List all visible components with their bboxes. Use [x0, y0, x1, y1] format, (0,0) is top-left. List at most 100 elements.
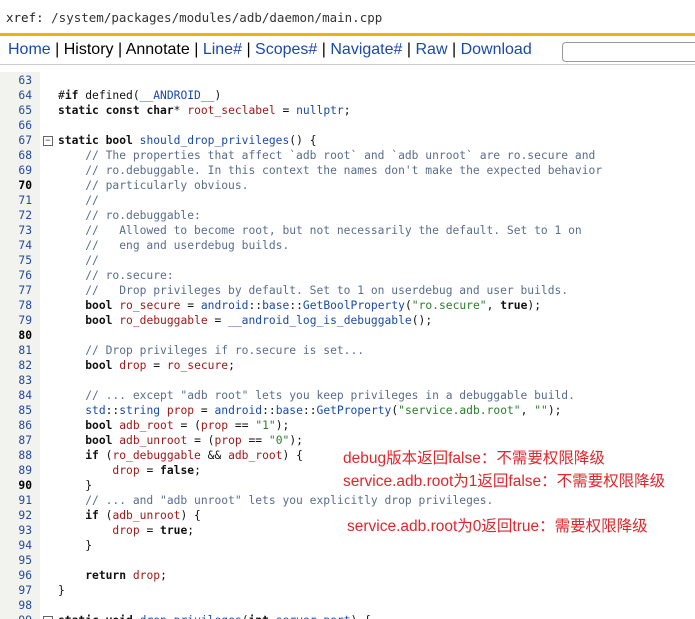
code-line: 81 // Drop privileges if ro.secure is se…: [0, 343, 695, 358]
nav-annotate[interactable]: Annotate: [126, 41, 190, 58]
annotation-root-0: service.adb.root为0返回true：需要权限降级: [347, 518, 648, 535]
line-number[interactable]: 86: [0, 418, 32, 433]
code-line: 75 //: [0, 253, 695, 268]
code-text: drop = false;: [112, 464, 201, 477]
code-line: 76 // ro.secure:: [0, 268, 695, 283]
line-number[interactable]: 91: [0, 493, 32, 508]
annotation-root-1: service.adb.root为1返回false：不需要权限降级: [343, 473, 666, 490]
code-text: // eng and userdebug builds.: [85, 239, 290, 252]
line-number[interactable]: 76: [0, 268, 32, 283]
line-number[interactable]: 68: [0, 148, 32, 163]
line-number[interactable]: 80: [0, 328, 32, 343]
code-text: // Drop privileges by default. Set to 1 …: [85, 284, 569, 297]
line-number[interactable]: 94: [0, 538, 32, 553]
code-text: static bool should_drop_privileges() {: [58, 134, 317, 147]
code-line: 64 #if defined(__ANDROID__): [0, 88, 695, 103]
code-line: 94 }: [0, 538, 695, 553]
code-line: 80: [0, 328, 695, 343]
line-number[interactable]: 67: [0, 133, 32, 148]
code-text: // Drop privileges if ro.secure is set..…: [85, 344, 365, 357]
line-number[interactable]: 96: [0, 568, 32, 583]
code-text: // ro.secure:: [85, 269, 174, 282]
line-number[interactable]: 64: [0, 88, 32, 103]
code-line: 67 − static bool should_drop_privileges() …: [0, 133, 695, 148]
code-line: 69 // ro.debuggable. In this context the…: [0, 163, 695, 178]
code-line: 71 //: [0, 193, 695, 208]
fold-toggle-icon[interactable]: −: [43, 136, 53, 146]
line-number[interactable]: 89: [0, 463, 32, 478]
line-number[interactable]: 72: [0, 208, 32, 223]
line-number[interactable]: 97: [0, 583, 32, 598]
line-number[interactable]: 69: [0, 163, 32, 178]
nav-navigate[interactable]: Navigate#: [330, 41, 402, 58]
line-number[interactable]: 71: [0, 193, 32, 208]
code-text: static const char* root_seclabel = nullp…: [58, 104, 351, 117]
code-line: 97}: [0, 583, 695, 598]
line-number[interactable]: 90: [0, 478, 32, 493]
line-number[interactable]: 78: [0, 298, 32, 313]
code-line: 72 // ro.debuggable:: [0, 208, 695, 223]
code-line: 78 bool ro_secure = android::base::GetBo…: [0, 298, 695, 313]
line-number[interactable]: 84: [0, 388, 32, 403]
code-text: return drop;: [85, 569, 167, 582]
nav-history[interactable]: History: [64, 41, 114, 58]
code-text: // The properties that affect `adb root`…: [85, 149, 596, 162]
code-text: // ... and "adb unroot" lets you explici…: [85, 494, 494, 507]
line-number[interactable]: 99: [0, 613, 32, 619]
code-text: static void drop_privileges(int server_p…: [58, 613, 371, 619]
code-line: 63: [0, 73, 695, 88]
nav-line[interactable]: Line#: [203, 41, 242, 58]
code-line: 86 bool adb_root = (prop == "1");: [0, 418, 695, 433]
code-text: drop = true;: [112, 524, 195, 537]
code-line: 95: [0, 553, 695, 568]
code-text: bool drop = ro_secure;: [85, 359, 235, 372]
line-number[interactable]: 73: [0, 223, 32, 238]
nav-menu: Home | History | Annotate | Line# | Scop…: [0, 39, 695, 65]
line-number[interactable]: 63: [0, 73, 32, 88]
code-line: 73 // Allowed to become root, but not ne…: [0, 223, 695, 238]
line-number[interactable]: 81: [0, 343, 32, 358]
nav-home[interactable]: Home: [8, 41, 51, 58]
code-text: if (ro_debuggable && adb_root) {: [85, 449, 303, 462]
line-number[interactable]: 65: [0, 103, 32, 118]
nav-raw[interactable]: Raw: [415, 41, 447, 58]
code-line: 66: [0, 118, 695, 133]
nav-scopes[interactable]: Scopes#: [255, 41, 317, 58]
code-text: // ro.debuggable. In this context the na…: [85, 164, 603, 177]
line-number[interactable]: 79: [0, 313, 32, 328]
code-line: 79 bool ro_debuggable = __android_log_is…: [0, 313, 695, 328]
line-number[interactable]: 82: [0, 358, 32, 373]
code-text: // particularly obvious.: [85, 179, 249, 192]
code-text: std::string prop = android::base::GetPro…: [85, 404, 562, 417]
annotation-debug: debug版本返回false：不需要权限降级: [343, 450, 605, 467]
line-number[interactable]: 92: [0, 508, 32, 523]
line-number[interactable]: 85: [0, 403, 32, 418]
line-number[interactable]: 70: [0, 178, 32, 193]
line-number[interactable]: 77: [0, 283, 32, 298]
code-text: // ro.debuggable:: [85, 209, 201, 222]
code-line: 91 // ... and "adb unroot" lets you expl…: [0, 493, 695, 508]
xref-path-bar: xref: /system/packages/modules/adb/daemo…: [0, 0, 695, 36]
code-text: bool adb_root = (prop == "1");: [85, 419, 290, 432]
line-number[interactable]: 93: [0, 523, 32, 538]
code-text: }: [58, 539, 93, 552]
line-number[interactable]: 66: [0, 118, 32, 133]
code-text: bool ro_secure = android::base::GetBoolP…: [85, 299, 542, 312]
xref-prefix: xref:: [6, 10, 52, 25]
line-number[interactable]: 98: [0, 598, 32, 613]
code-text: }: [58, 479, 93, 492]
line-number[interactable]: 75: [0, 253, 32, 268]
code-line: 70 // particularly obvious.: [0, 178, 695, 193]
line-number[interactable]: 74: [0, 238, 32, 253]
nav-download[interactable]: Download: [461, 41, 532, 58]
line-number[interactable]: 87: [0, 433, 32, 448]
code-text: bool ro_debuggable = __android_log_is_de…: [85, 314, 433, 327]
line-number[interactable]: 88: [0, 448, 32, 463]
line-number[interactable]: 95: [0, 553, 32, 568]
code-line: 65 static const char* root_seclabel = nul…: [0, 103, 695, 118]
code-line: 83: [0, 373, 695, 388]
search-input[interactable]: [562, 42, 695, 62]
code-text: // ... except "adb root" lets you keep p…: [85, 389, 575, 402]
line-number[interactable]: 83: [0, 373, 32, 388]
code-text: }: [58, 584, 65, 597]
